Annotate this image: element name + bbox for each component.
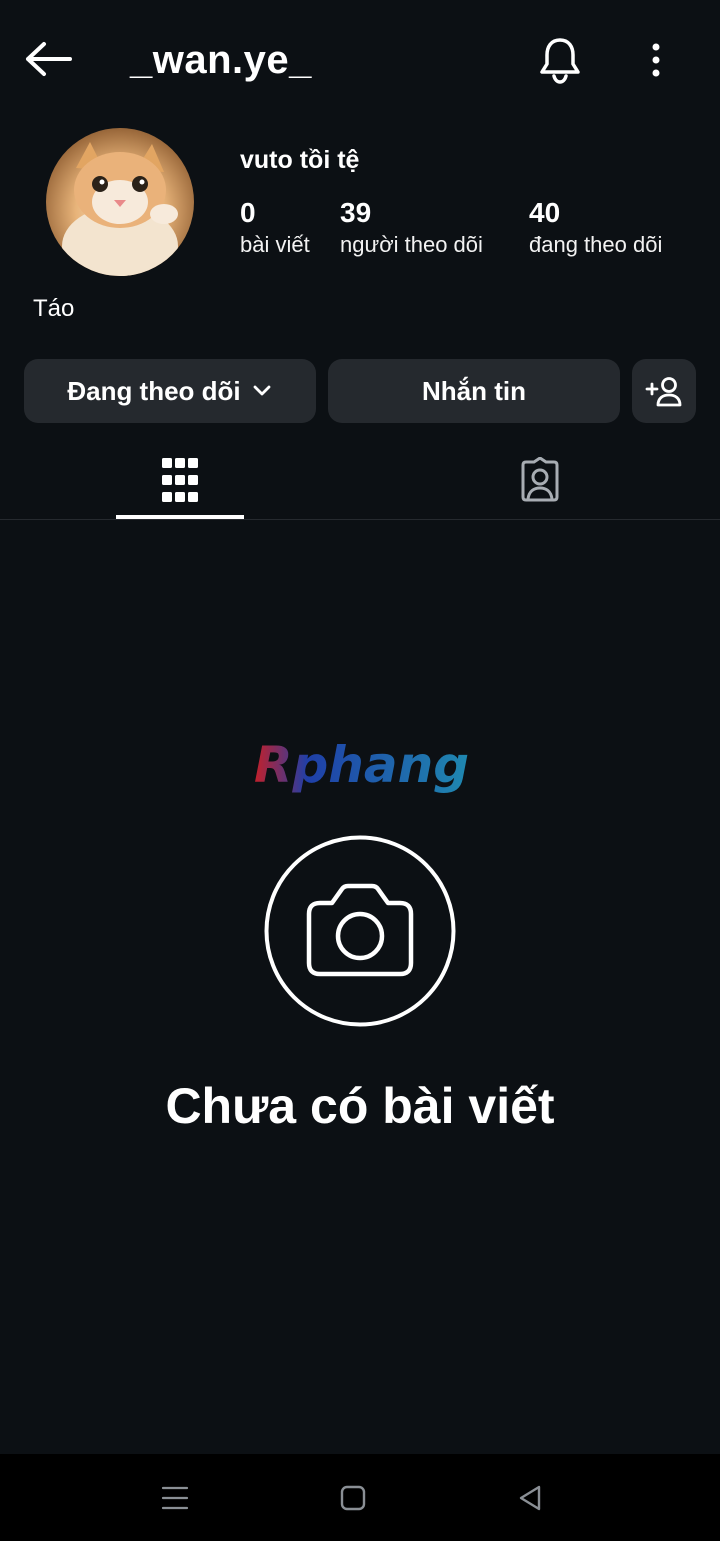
stat-following-label: đang theo dõi [529, 232, 663, 257]
profile-avatar[interactable] [46, 128, 194, 276]
notifications-button[interactable] [534, 34, 586, 86]
arrow-left-icon [26, 42, 72, 76]
camera-icon [264, 835, 456, 1027]
message-button-label: Nhắn tin [422, 375, 526, 406]
display-name: vuto tồi tệ [240, 146, 360, 174]
grid-icon [162, 458, 198, 502]
nav-home-button[interactable] [323, 1472, 383, 1524]
stat-followers-label: người theo dõi [340, 232, 483, 257]
bell-icon [540, 38, 580, 84]
watermark-logo: Rphang [250, 732, 470, 802]
stat-followers-value: 39 [340, 197, 372, 228]
tab-tagged[interactable] [420, 440, 660, 520]
cat-photo-icon [62, 142, 178, 276]
svg-text:Rphang: Rphang [254, 736, 469, 794]
message-button[interactable]: Nhắn tin [328, 359, 620, 423]
tab-posts-grid[interactable] [60, 440, 300, 520]
stat-following-value: 40 [529, 197, 561, 228]
following-button[interactable]: Đang theo dõi [24, 359, 316, 423]
stat-followers[interactable]: 39 người theo dõi [340, 196, 483, 260]
chevron-down-icon [253, 385, 271, 396]
stat-following[interactable]: 40 đang theo dõi [529, 196, 662, 260]
stat-posts[interactable]: 0 bài viết [240, 196, 310, 260]
profile-username: _wan.ye_ [130, 38, 312, 82]
nav-recents-button[interactable] [145, 1472, 205, 1524]
profile-bio: Táo [33, 295, 75, 322]
back-button[interactable] [22, 36, 74, 82]
stat-posts-value: 0 [240, 197, 256, 228]
following-button-label: Đang theo dõi [67, 375, 241, 406]
tagged-person-icon [521, 457, 559, 502]
add-user-icon [645, 377, 682, 407]
stat-posts-label: bài viết [240, 232, 310, 257]
triangle-back-icon [519, 1485, 541, 1511]
more-vertical-icon [652, 43, 660, 77]
empty-state-camera [264, 835, 456, 1027]
menu-icon [161, 1486, 189, 1510]
nav-back-button[interactable] [500, 1472, 560, 1524]
home-square-icon [340, 1485, 366, 1511]
more-options-button[interactable] [636, 34, 676, 86]
add-user-button[interactable] [632, 359, 696, 423]
empty-state-message: Chưa có bài viết [165, 1078, 555, 1134]
tab-divider [0, 519, 720, 520]
